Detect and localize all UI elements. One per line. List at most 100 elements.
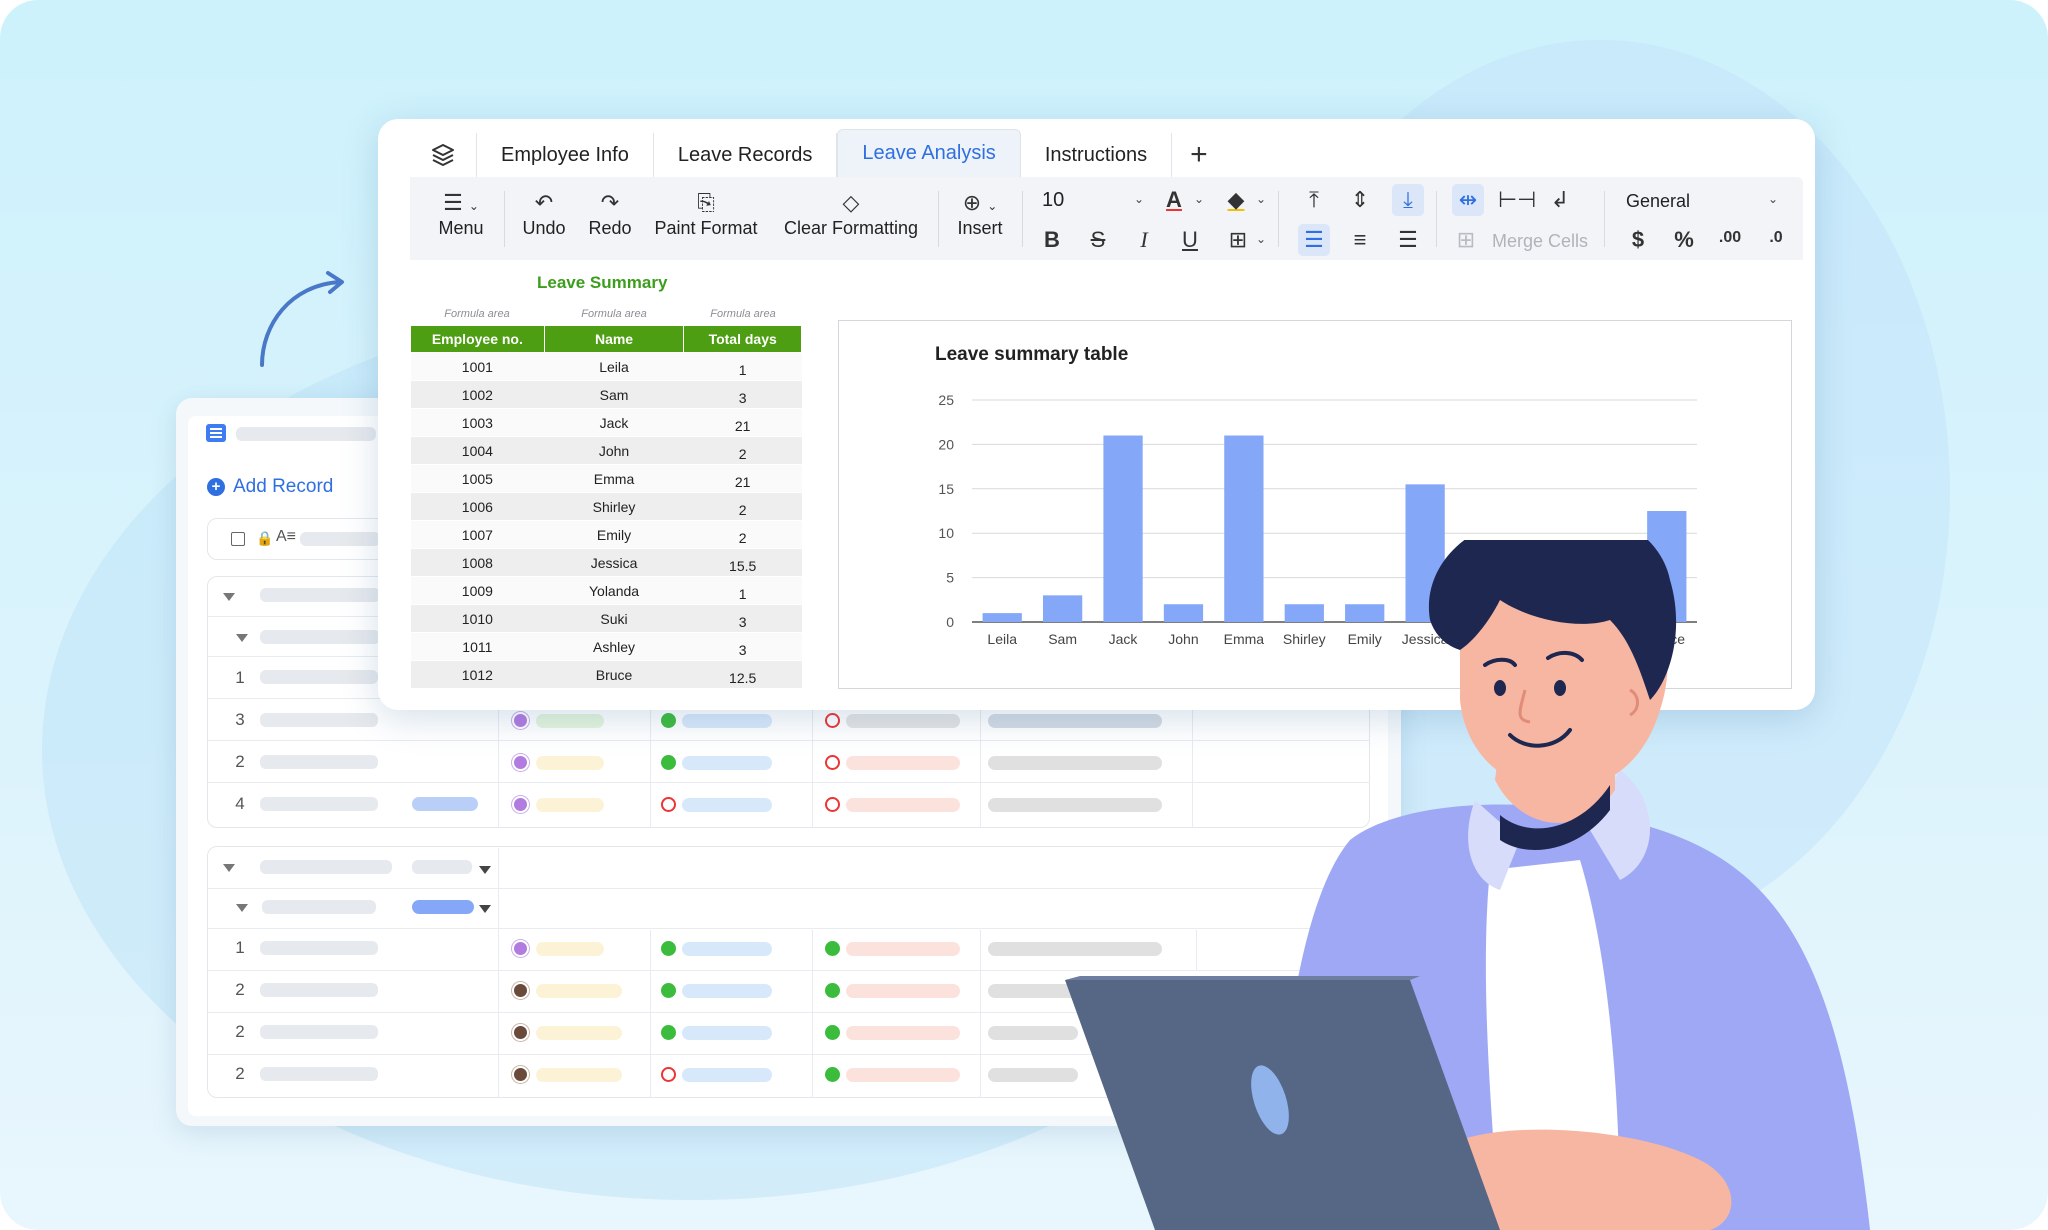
bar-leila[interactable] [982, 613, 1022, 622]
table-row[interactable]: 1005 Emma 21 [410, 464, 802, 493]
fill-color-icon[interactable]: ◆ [1220, 184, 1252, 216]
percent-format-button[interactable]: % [1668, 224, 1700, 256]
decrease-decimal-button[interactable]: .0 [1760, 222, 1792, 254]
clear-formatting-button[interactable]: ◇ Clear Formatting [778, 188, 924, 239]
table-cell[interactable]: John [544, 436, 684, 465]
table-cell[interactable]: 1003 [410, 408, 545, 437]
table-row[interactable]: 1010 Suki 3 [410, 604, 802, 633]
menu-button[interactable]: ☰ ⌄ Menu [430, 188, 492, 239]
align-top-icon[interactable]: ⤒ [1298, 184, 1330, 216]
table-cell[interactable]: 1 [683, 352, 802, 381]
table-row[interactable]: 1001 Leila 1 [410, 352, 802, 381]
tab-leave-records[interactable]: Leave Records [654, 133, 838, 177]
table-cell[interactable]: Yolanda [544, 576, 684, 605]
table-row[interactable]: 1006 Shirley 2 [410, 492, 802, 521]
align-middle-icon[interactable]: ⇕ [1344, 184, 1376, 216]
table-cell[interactable]: Ashley [544, 632, 684, 661]
table-cell[interactable]: Bruce [544, 660, 684, 689]
table-cell[interactable]: Jessica [544, 548, 684, 577]
table-cell[interactable]: 1009 [410, 576, 545, 605]
table-cell[interactable]: Sam [544, 380, 684, 409]
table-cell[interactable]: 21 [683, 464, 802, 493]
table-cell[interactable]: 1004 [410, 436, 545, 465]
chevron-down-icon[interactable]: ⌄ [1194, 192, 1204, 206]
dropdown-icon[interactable] [479, 866, 491, 874]
table-row[interactable]: 1007 Emily 2 [410, 520, 802, 549]
table-cell[interactable]: 1006 [410, 492, 545, 521]
table-row[interactable]: 1002 Sam 3 [410, 380, 802, 409]
table-cell[interactable]: 1011 [410, 632, 545, 661]
collapse-icon[interactable] [236, 904, 248, 912]
table-cell[interactable]: 21 [683, 408, 802, 437]
merge-cells-button[interactable]: Merge Cells [1492, 231, 1588, 252]
currency-format-button[interactable]: $ [1622, 224, 1654, 256]
table-cell[interactable]: 2 [683, 436, 802, 465]
table-row[interactable]: 1012 Bruce 12.5 [410, 660, 802, 689]
chevron-down-icon[interactable]: ⌄ [1134, 192, 1144, 206]
table-cell[interactable]: Jack [544, 408, 684, 437]
table-row[interactable]: 1004 John 2 [410, 436, 802, 465]
table-cell[interactable]: 1 [683, 576, 802, 605]
add-sheet-button[interactable]: + [1172, 133, 1226, 177]
select-all-checkbox[interactable] [231, 532, 245, 546]
insert-button[interactable]: ⊕ ⌄ Insert [950, 188, 1010, 239]
add-record-button[interactable]: + Add Record [207, 476, 333, 498]
undo-button[interactable]: ↶ Undo [516, 188, 572, 239]
italic-icon[interactable]: I [1128, 224, 1160, 256]
table-row[interactable]: 1011 Ashley 3 [410, 632, 802, 661]
collapse-icon[interactable] [236, 634, 248, 642]
paint-format-button[interactable]: ⎘ Paint Format [650, 188, 762, 239]
collapse-icon[interactable] [223, 864, 235, 872]
border-icon[interactable]: ⊞ [1222, 224, 1254, 256]
table-cell[interactable]: 15.5 [683, 548, 802, 577]
collapse-icon[interactable] [223, 593, 235, 601]
chevron-down-icon[interactable]: ⌄ [1256, 192, 1266, 206]
table-cell[interactable]: Emma [544, 464, 684, 493]
font-size-select[interactable]: 10 [1042, 189, 1064, 212]
align-center-icon[interactable]: ≡ [1344, 224, 1376, 256]
table-row[interactable]: 1003 Jack 21 [410, 408, 802, 437]
dropdown-icon[interactable] [479, 905, 491, 913]
table-row[interactable]: 1008 Jessica 15.5 [410, 548, 802, 577]
table-cell[interactable]: 1012 [410, 660, 545, 689]
table-cell[interactable]: 3 [683, 604, 802, 633]
text-overflow-icon[interactable]: ⇹ [1452, 184, 1484, 216]
align-left-icon[interactable]: ☰ [1298, 224, 1330, 256]
align-right-icon[interactable]: ☰ [1392, 224, 1424, 256]
text-wrap-icon[interactable]: ↲ [1544, 184, 1576, 216]
table-cell[interactable]: 1008 [410, 548, 545, 577]
table-cell[interactable]: 1005 [410, 464, 545, 493]
table-cell[interactable]: 1007 [410, 520, 545, 549]
table-cell[interactable]: Suki [544, 604, 684, 633]
table-cell[interactable]: 3 [683, 380, 802, 409]
table-cell[interactable]: 2 [683, 492, 802, 521]
table-cell[interactable]: 12.5 [683, 660, 802, 689]
underline-icon[interactable]: U [1174, 224, 1206, 256]
font-color-icon[interactable]: A [1158, 184, 1190, 216]
tab-leave-analysis[interactable]: Leave Analysis [837, 129, 1021, 177]
table-cell[interactable]: 1001 [410, 352, 545, 381]
bold-icon[interactable]: B [1036, 224, 1068, 256]
table-cell[interactable]: 2 [683, 520, 802, 549]
tab-instructions[interactable]: Instructions [1021, 133, 1173, 177]
table-cell[interactable]: 1010 [410, 604, 545, 633]
number-format-select[interactable]: General [1626, 191, 1690, 212]
chevron-down-icon[interactable]: ⌄ [1768, 192, 1778, 206]
table-row[interactable]: 1009 Yolanda 1 [410, 576, 802, 605]
tab-employee-info[interactable]: Employee Info [477, 133, 654, 177]
layers-icon[interactable] [410, 133, 477, 177]
column-header[interactable]: Total days [683, 325, 802, 353]
increase-decimal-button[interactable]: .00 [1714, 222, 1746, 254]
column-header[interactable]: Name [543, 325, 685, 353]
chevron-down-icon[interactable]: ⌄ [1256, 232, 1266, 246]
table-cell[interactable]: 1002 [410, 380, 545, 409]
strikethrough-icon[interactable]: S [1082, 224, 1114, 256]
table-cell[interactable]: 3 [683, 632, 802, 661]
align-bottom-icon[interactable]: ⤓ [1392, 184, 1424, 216]
table-cell[interactable]: Leila [544, 352, 684, 381]
table-cell[interactable]: Shirley [544, 492, 684, 521]
redo-button[interactable]: ↷ Redo [582, 188, 638, 239]
text-clip-icon[interactable]: ⊢⊣ [1498, 184, 1536, 216]
table-cell[interactable]: Emily [544, 520, 684, 549]
column-header[interactable]: Employee no. [410, 325, 545, 353]
